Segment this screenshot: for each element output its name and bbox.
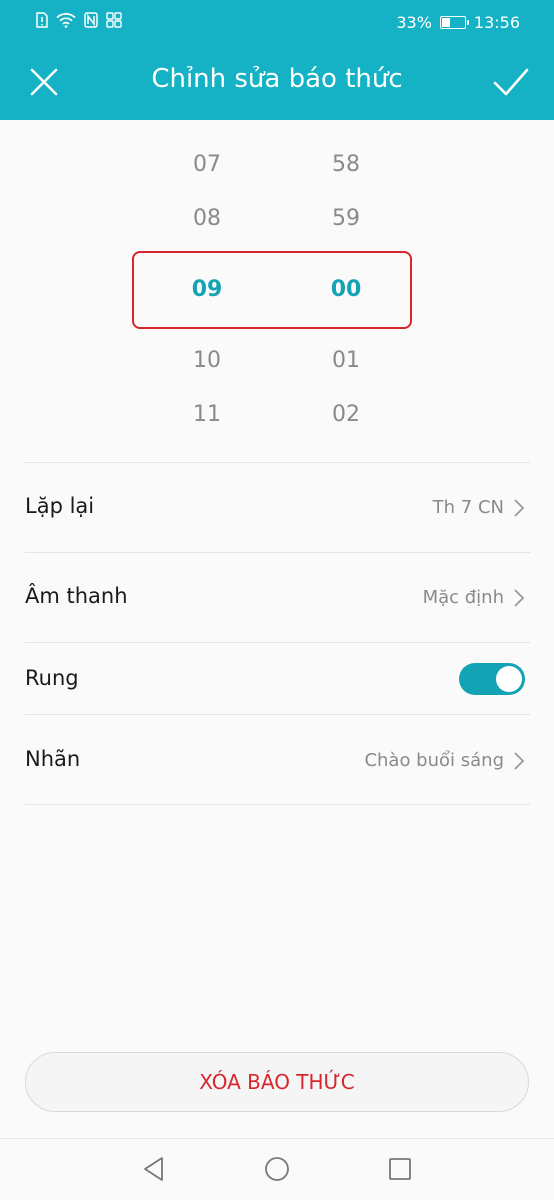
hour-value-07[interactable]: 07 (147, 152, 267, 177)
app-header: 33% 13:56 Chỉnh sửa báo thức (0, 0, 554, 120)
minute-value-58[interactable]: 58 (286, 152, 406, 177)
sound-row[interactable]: Âm thanh Mặc định (0, 553, 554, 642)
nfc-icon (84, 12, 98, 28)
chevron-right-icon (514, 752, 525, 770)
minute-value-59[interactable]: 59 (286, 206, 406, 231)
status-time: 13:56 (473, 13, 520, 32)
sim-alert-icon (36, 12, 48, 28)
grid-icon (106, 12, 122, 28)
chevron-right-icon (514, 589, 525, 607)
status-icons (36, 12, 122, 28)
back-icon[interactable] (140, 1155, 168, 1183)
time-picker[interactable]: 07 08 09 10 11 58 59 00 01 02 (0, 120, 554, 460)
repeat-value: Th 7 CN (432, 497, 504, 518)
hour-value-11[interactable]: 11 (147, 402, 267, 427)
vibrate-toggle[interactable] (459, 663, 525, 695)
sound-value: Mặc định (422, 587, 504, 608)
battery-icon (439, 16, 469, 29)
wifi-icon (56, 13, 76, 28)
delete-alarm-button[interactable]: XÓA BÁO THỨC (25, 1052, 529, 1112)
battery-percent: 33% (396, 13, 432, 32)
toggle-knob (496, 666, 522, 692)
divider (25, 804, 530, 805)
status-bar: 33% 13:56 (0, 0, 554, 46)
hour-value-09[interactable]: 09 (147, 277, 267, 302)
label-row[interactable]: Nhãn Chào buổi sáng (0, 715, 554, 804)
minute-value-02[interactable]: 02 (286, 402, 406, 427)
minute-value-01[interactable]: 01 (286, 348, 406, 373)
home-icon[interactable] (263, 1155, 291, 1183)
label-value: Chào buổi sáng (364, 750, 504, 771)
recents-icon[interactable] (386, 1155, 414, 1183)
status-right: 33% 13:56 (396, 13, 520, 32)
confirm-button[interactable] (490, 62, 532, 102)
hour-value-08[interactable]: 08 (147, 206, 267, 231)
chevron-right-icon (514, 499, 525, 517)
vibrate-label: Rung (25, 666, 79, 690)
label-label: Nhãn (25, 747, 81, 771)
repeat-label: Lặp lại (25, 494, 95, 518)
page-title: Chỉnh sửa báo thức (151, 64, 403, 94)
sound-label: Âm thanh (25, 584, 128, 608)
repeat-row[interactable]: Lặp lại Th 7 CN (0, 463, 554, 552)
check-icon (493, 68, 529, 96)
navigation-bar (0, 1138, 554, 1200)
hour-value-10[interactable]: 10 (147, 348, 267, 373)
minute-value-00[interactable]: 00 (286, 277, 406, 302)
battery-fill (441, 18, 450, 27)
